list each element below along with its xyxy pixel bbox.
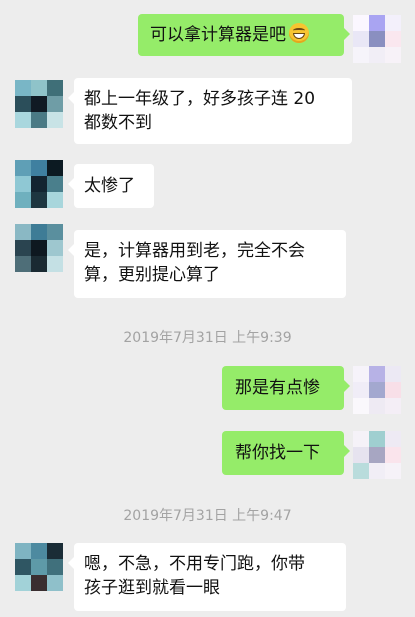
message-text: 太惨了: [84, 176, 135, 196]
avatar-contact[interactable]: [15, 543, 63, 591]
message-bubble-incoming[interactable]: 太惨了: [68, 164, 154, 208]
timestamp: 2019年7月31日 上午9:39: [123, 330, 292, 346]
grinning-face-emoji-icon: [289, 23, 309, 43]
message-bubble-outgoing[interactable]: 可以拿计算器是吧: [138, 14, 350, 56]
message-bubble-incoming[interactable]: 嗯，不急，不用专门跑，你带 孩子逛到就看一眼: [68, 543, 346, 611]
message-text-line: 孩子逛到就看一眼: [84, 578, 220, 598]
message-bubble-incoming[interactable]: 是，计算器用到老，完全不会 算，更别提心算了: [68, 230, 346, 298]
avatar-contact[interactable]: [15, 160, 63, 208]
timestamp: 2019年7月31日 上午9:47: [123, 508, 292, 524]
avatar-self[interactable]: [353, 366, 401, 414]
message-bubble-outgoing[interactable]: 那是有点惨: [222, 366, 350, 410]
message-text-line: 都上一年级了，好多孩子连 20: [84, 89, 316, 109]
message-text-line: 嗯，不急，不用专门跑，你带: [84, 554, 305, 574]
message-bubble-outgoing[interactable]: 帮你找一下: [222, 431, 350, 475]
message-text: 那是有点惨: [235, 378, 320, 398]
avatar-self[interactable]: [353, 15, 401, 63]
message-bubble-incoming[interactable]: 都上一年级了，好多孩子连 20 都数不到: [68, 78, 352, 144]
message-text: 帮你找一下: [235, 443, 320, 463]
avatar-self[interactable]: [353, 431, 401, 479]
message-text-line: 算，更别提心算了: [84, 265, 220, 285]
message-text-line: 是，计算器用到老，完全不会: [84, 241, 305, 261]
avatar-contact[interactable]: [15, 80, 63, 128]
message-text-line: 都数不到: [84, 113, 152, 133]
message-text: 可以拿计算器是吧: [150, 25, 286, 45]
avatar-contact[interactable]: [15, 224, 63, 272]
